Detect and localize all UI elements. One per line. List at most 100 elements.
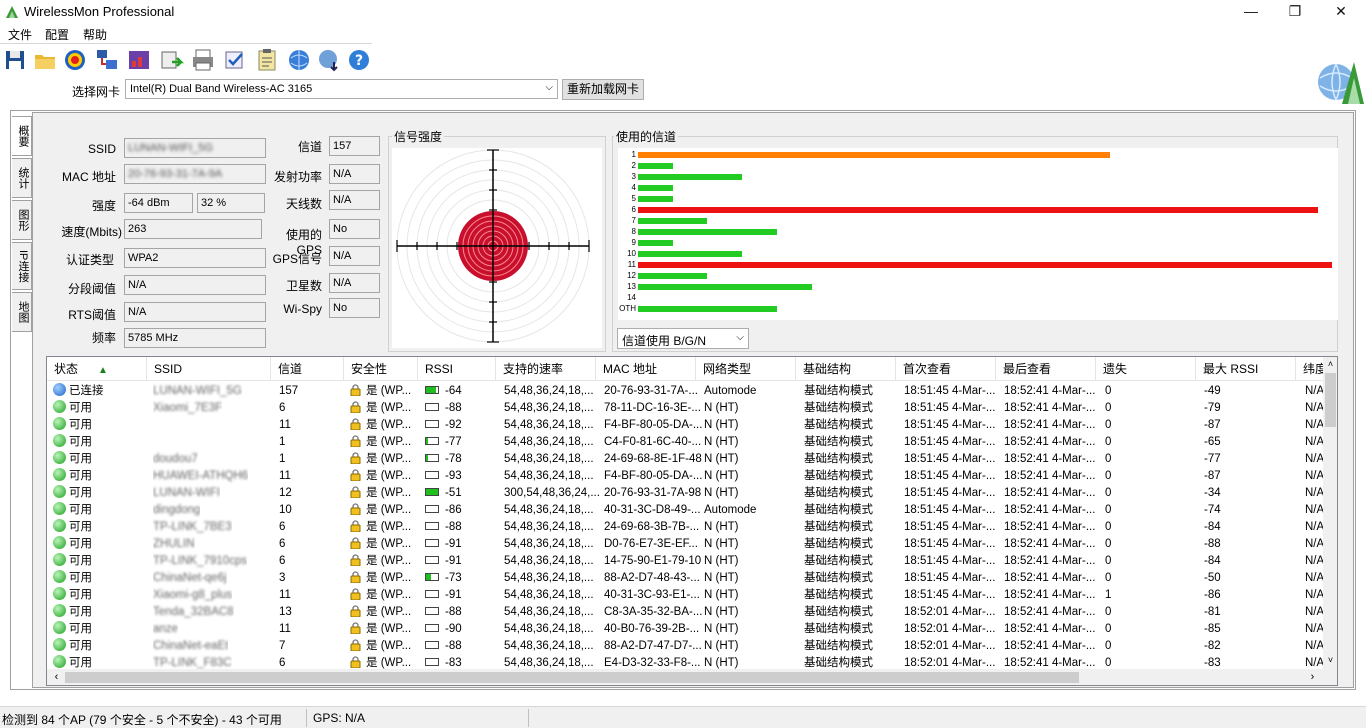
cell-lost: 0 [1105, 638, 1111, 655]
table-row[interactable]: 可用 dingdong 10 是 (WP... -86 54,48,36,24,18,..… [47, 502, 1323, 519]
column-header-label: 网络类型 [703, 362, 752, 376]
tab-summary[interactable]: 概要 [12, 116, 32, 156]
cell-status: 可用 [53, 604, 92, 621]
lost-value: 0 [1105, 419, 1112, 431]
rssi-value: -51 [445, 487, 462, 499]
signal-group-title: 信号强度 [392, 128, 445, 145]
maximize-button[interactable]: ❐ [1272, 0, 1318, 24]
table-row[interactable]: 可用 1 是 (WP... -77 54,48,36,24,18,... C4-F0-81… [47, 434, 1323, 451]
column-header[interactable]: 信道 [271, 357, 344, 381]
cell-mac: F4-BF-80-05-DA-... [604, 417, 702, 434]
cell-status: 可用 [53, 621, 92, 638]
scroll-right-arrow[interactable]: › [1305, 669, 1320, 685]
type-value: N (HT) [704, 555, 739, 567]
scroll-left-arrow[interactable]: ‹ [49, 669, 64, 685]
column-header[interactable]: 状态 ▲ [47, 357, 147, 381]
table-row[interactable]: 可用 TP-LINK_F83C 6 是 (WP... -83 54,48,36,24,18… [47, 655, 1323, 669]
check-icon[interactable] [222, 46, 248, 74]
scroll-down-arrow[interactable]: ˅ [1323, 653, 1337, 668]
table-row[interactable]: 可用 Xiaomi-g8_plus 11 是 (WP... -91 54,48,36,24… [47, 587, 1323, 604]
horizontal-scrollbar[interactable]: ‹ › [47, 669, 1337, 685]
scroll-up-arrow[interactable]: ˄ [1323, 357, 1337, 372]
column-header[interactable]: RSSI [418, 357, 496, 381]
open-folder-icon[interactable] [32, 46, 58, 74]
globe-download-icon[interactable] [316, 46, 342, 74]
column-header[interactable]: 网络类型 [696, 357, 796, 381]
menu-help[interactable]: 帮助 [83, 26, 107, 43]
table-row[interactable]: 可用 anze 11 是 (WP... -90 54,48,36,24,18,... 40-… [47, 621, 1323, 638]
rates-value: 54,48,36,24,18,... [504, 504, 594, 516]
status-value: 可用 [69, 419, 92, 431]
rates-value: 54,48,36,24,18,... [504, 453, 594, 465]
network-map-icon[interactable] [94, 46, 120, 74]
column-header[interactable]: 基础结构 [796, 357, 896, 381]
column-header-label: 最大 RSSI [1203, 362, 1259, 376]
target-icon[interactable] [62, 46, 88, 74]
column-header[interactable]: 首次查看 [896, 357, 996, 381]
column-header[interactable]: 支持的速率 [496, 357, 596, 381]
cell-last: 18:52:41 4-Mar-... [1004, 655, 1095, 669]
channel-mode-select[interactable]: 信道使用 B/G/N ⌵ [617, 328, 749, 349]
column-header[interactable]: 遗失 [1096, 357, 1196, 381]
table-row[interactable]: 可用 doudou7 1 是 (WP... -78 54,48,36,24,18,... 2… [47, 451, 1323, 468]
tab-map[interactable]: 地图 [12, 292, 32, 332]
lost-value: 1 [1105, 589, 1112, 601]
save-icon[interactable] [2, 46, 28, 74]
infra-value: 基础结构模式 [804, 470, 873, 482]
column-header[interactable]: 最大 RSSI [1196, 357, 1296, 381]
table-row[interactable]: 可用 Xiaomi_7E3F 6 是 (WP... -88 54,48,36,24,18,… [47, 400, 1323, 417]
tab-statistics[interactable]: 统计 [12, 158, 32, 198]
rssi-level-fill [426, 574, 431, 580]
channel-bar [638, 163, 673, 169]
tab-ip-connection[interactable]: IP连接 [12, 242, 32, 290]
graph-icon[interactable] [126, 46, 152, 74]
cell-status: 可用 [53, 400, 92, 417]
column-header[interactable]: 最后查看 [996, 357, 1096, 381]
menu-config[interactable]: 配置 [45, 26, 69, 43]
cell-last: 18:52:41 4-Mar-... [1004, 570, 1095, 587]
table-row[interactable]: 可用 Tenda_32BAC8 13 是 (WP... -88 54,48,36,24,1… [47, 604, 1323, 621]
cell-infra: 基础结构模式 [804, 417, 873, 434]
close-button[interactable]: ✕ [1318, 0, 1364, 24]
clipboard-icon[interactable] [254, 46, 280, 74]
channel-tick-label: OTH [619, 304, 636, 313]
channel-field: 157 [329, 136, 380, 156]
print-icon[interactable] [190, 46, 216, 74]
cell-infra: 基础结构模式 [804, 451, 873, 468]
table-row[interactable]: 可用 TP-LINK_7BE3 6 是 (WP... -88 54,48,36,24,18… [47, 519, 1323, 536]
table-row[interactable]: 可用 ChinaNet-qe6j 3 是 (WP... -73 54,48,36,24,1… [47, 570, 1323, 587]
menu-file[interactable]: 文件 [8, 26, 32, 43]
adapter-select[interactable]: Intel(R) Dual Band Wireless-AC 3165 ⌵ [125, 79, 558, 99]
table-row[interactable]: 已连接 LUNAN-WIFI_5G 157 是 (WP... -64 54,48,36,2… [47, 383, 1323, 400]
chevron-down-icon: ⌵ [736, 332, 744, 343]
cell-sec: 是 (WP... [350, 485, 411, 502]
column-header[interactable]: MAC 地址 [596, 357, 696, 381]
tab-graph[interactable]: 图形 [12, 200, 32, 240]
table-row[interactable]: 可用 11 是 (WP... -92 54,48,36,24,18,... F4-BF-8… [47, 417, 1323, 434]
scroll-thumb[interactable] [1325, 373, 1336, 427]
cell-lat: N/A [1305, 400, 1323, 417]
table-row[interactable]: 可用 ChinaNet-eaEt 7 是 (WP... -88 54,48,36,24,1… [47, 638, 1323, 655]
table-row[interactable]: 可用 HUAWEI-ATHQH6 11 是 (WP... -93 54,48,36,24,… [47, 468, 1323, 485]
last-value: 18:52:41 4-Mar-... [1004, 436, 1096, 448]
table-body: 已连接 LUNAN-WIFI_5G 157 是 (WP... -64 54,48,36,2… [47, 383, 1323, 669]
horizontal-scroll-thumb[interactable] [65, 672, 1079, 683]
table-row[interactable]: 可用 ZHULIN 6 是 (WP... -91 54,48,36,24,18,... D0… [47, 536, 1323, 553]
reload-adapter-button[interactable]: 重新加载网卡 [562, 79, 644, 100]
table-row[interactable]: 可用 LUNAN-WIFI 12 是 (WP... -51 300,54,48,36,24… [47, 485, 1323, 502]
cell-rssi: -51 [425, 485, 462, 502]
mac-value: F4-BF-80-05-DA-... [604, 470, 703, 482]
web-icon[interactable] [286, 46, 312, 74]
cell-ssid: dingdong [153, 502, 200, 519]
column-header[interactable]: 安全性 [344, 357, 418, 381]
vertical-scrollbar[interactable]: ˄ ˅ [1323, 357, 1337, 669]
lat-value: N/A [1305, 487, 1323, 499]
strength-pct-field: 32 % [197, 193, 265, 213]
cell-lost: 0 [1105, 519, 1111, 536]
table-row[interactable]: 可用 TP-LINK_7910cps 6 是 (WP... -91 54,48,36,24… [47, 553, 1323, 570]
minimize-button[interactable]: — [1228, 0, 1274, 24]
column-header[interactable]: SSID [147, 357, 271, 381]
help-icon[interactable]: ? [346, 46, 372, 74]
channel-usage-chart: 1 2 3 4 5 6 7 8 9 10 11 12 13 14 OTH [618, 148, 1338, 320]
export-icon[interactable] [158, 46, 184, 74]
